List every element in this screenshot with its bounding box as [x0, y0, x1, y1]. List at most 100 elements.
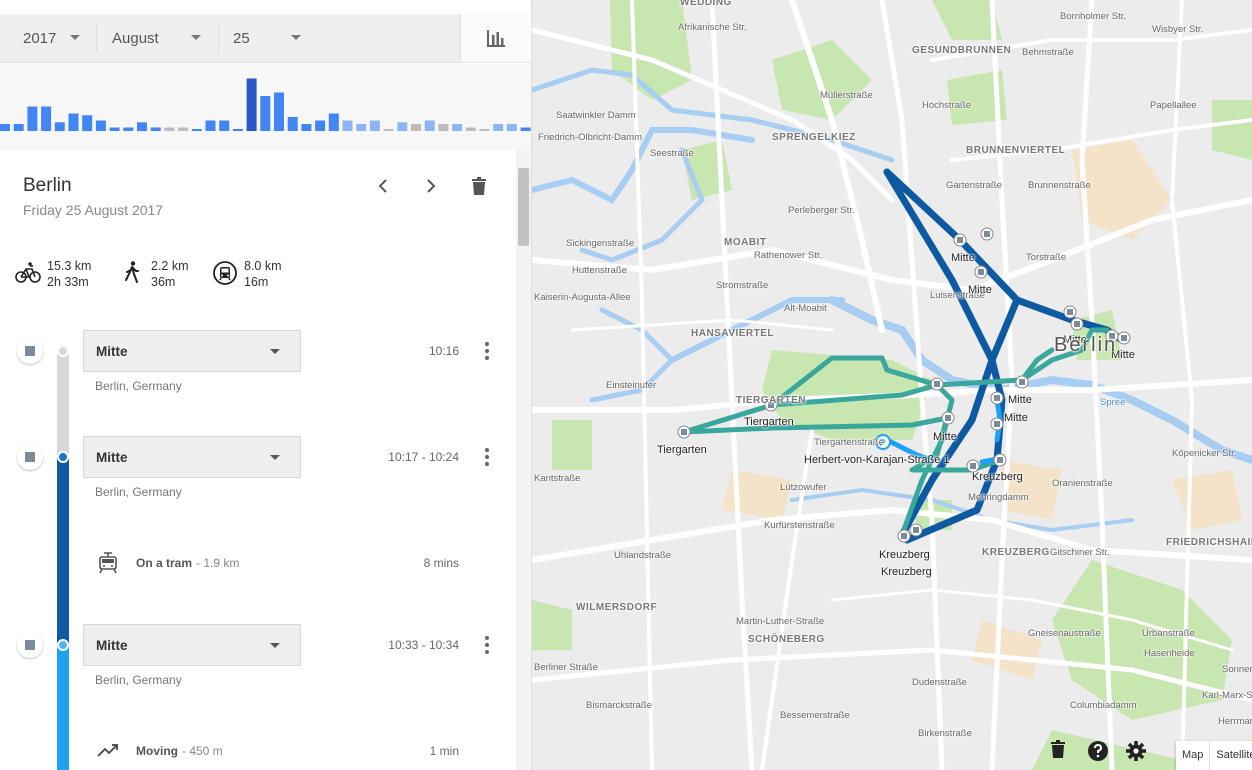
- stat-cycling: 15.3 km 2h 33m: [15, 258, 91, 290]
- street-label: Afrikanische Str.: [678, 22, 747, 33]
- map-place-label: Mitte: [1008, 394, 1032, 406]
- street-label: Gartenstraße: [946, 180, 1002, 191]
- histogram-bar[interactable]: [520, 127, 531, 132]
- map-delete-button[interactable]: [1050, 740, 1076, 766]
- transit-distance: 8.0 km: [244, 259, 282, 273]
- district-label: HANSAVIERTEL: [691, 328, 775, 339]
- timeline-dot: [57, 451, 69, 463]
- transit-icon: [213, 261, 237, 285]
- histogram-bar[interactable]: [438, 124, 449, 131]
- map-view[interactable]: P WEDDING GESUNDBRUNNEN SPRENGELKIEZ BRU…: [532, 0, 1252, 770]
- histogram-bar[interactable]: [301, 124, 312, 131]
- chevron-left-icon: [378, 179, 387, 193]
- previous-day-button[interactable]: [373, 176, 393, 196]
- month-select[interactable]: August: [112, 14, 216, 62]
- histogram-bar[interactable]: [506, 124, 517, 131]
- timeline-segment-grey: [57, 350, 69, 456]
- map-place-label: Kreuzberg: [879, 549, 930, 561]
- histogram-bar[interactable]: [164, 127, 175, 132]
- histogram-bar[interactable]: [54, 122, 65, 132]
- street-label: Kurfürstenstraße: [764, 520, 835, 531]
- more-options-icon[interactable]: [484, 636, 490, 654]
- histogram-bar[interactable]: [383, 129, 394, 131]
- histogram-bar[interactable]: [82, 115, 93, 132]
- street-label: Oranienstraße: [1052, 478, 1113, 489]
- district-label: MOABIT: [724, 237, 767, 248]
- street-label: Alt-Moabit: [784, 303, 827, 314]
- histogram-bar[interactable]: [328, 113, 339, 132]
- activity-histogram[interactable]: [0, 64, 532, 150]
- histogram-bar[interactable]: [493, 124, 504, 131]
- histogram-bar[interactable]: [452, 124, 463, 131]
- move-tram-row[interactable]: On a tram - 1.9 km: [96, 551, 239, 575]
- histogram-bar[interactable]: [150, 127, 161, 132]
- cycling-distance: 15.3 km: [47, 259, 92, 273]
- month-value: August: [112, 29, 159, 47]
- street-label: Torstraße: [1026, 252, 1067, 263]
- histogram-bar[interactable]: [411, 124, 421, 131]
- place-select[interactable]: Mitte: [83, 330, 301, 372]
- histogram-bar[interactable]: [123, 127, 134, 132]
- place-select[interactable]: Mitte: [83, 624, 301, 666]
- histogram-bar[interactable]: [424, 120, 435, 132]
- histogram-bar[interactable]: [68, 113, 79, 132]
- settings-button[interactable]: [1125, 740, 1151, 766]
- histogram-chart[interactable]: [0, 64, 532, 150]
- histogram-bar[interactable]: [246, 78, 257, 132]
- street-label: Müllerstraße: [820, 90, 873, 101]
- histogram-bar[interactable]: [191, 129, 202, 131]
- histogram-bar[interactable]: [0, 124, 10, 131]
- more-options-icon[interactable]: [484, 448, 490, 466]
- histogram-bar[interactable]: [397, 122, 408, 132]
- street-label: Saatwinkler Damm: [556, 110, 636, 121]
- histogram-bar[interactable]: [274, 92, 284, 132]
- histogram-bar[interactable]: [95, 120, 106, 132]
- city-label: Berlin: [1054, 334, 1118, 356]
- street-label: Uhlandstraße: [614, 550, 672, 561]
- district-label: WILMERSDORF: [576, 602, 658, 613]
- place-select[interactable]: Mitte: [83, 436, 301, 478]
- day-value: 25: [233, 29, 250, 47]
- histogram-bar[interactable]: [369, 120, 380, 132]
- histogram-bar[interactable]: [479, 129, 490, 131]
- delete-day-button[interactable]: [469, 176, 489, 196]
- histogram-bar[interactable]: [342, 120, 353, 132]
- histogram-bar[interactable]: [260, 96, 271, 131]
- street-label: Hasenheide: [1144, 648, 1195, 659]
- more-options-icon[interactable]: [484, 342, 490, 360]
- street-label: Brunnenstraße: [1028, 180, 1091, 191]
- river-label: Spree: [1100, 397, 1126, 408]
- street-label: Gneisenaustraße: [1028, 628, 1101, 639]
- histogram-bar[interactable]: [287, 117, 298, 131]
- histogram-bar[interactable]: [356, 124, 367, 131]
- move-distance: - 450 m: [182, 744, 223, 758]
- timeline-dot: [57, 345, 69, 357]
- histogram-bar[interactable]: [27, 106, 38, 132]
- year-select[interactable]: 2017: [23, 14, 95, 62]
- histogram-bar[interactable]: [219, 120, 230, 132]
- histogram-bar[interactable]: [109, 127, 120, 132]
- scrollbar-thumb[interactable]: [518, 168, 529, 246]
- next-day-button[interactable]: [421, 176, 441, 196]
- histogram-bar[interactable]: [315, 120, 326, 132]
- histogram-bar[interactable]: [178, 127, 189, 132]
- chart-toggle-button[interactable]: [460, 14, 530, 62]
- map-type-map-button[interactable]: Map: [1176, 741, 1209, 770]
- street-label: Seestraße: [650, 148, 694, 159]
- help-button[interactable]: [1087, 740, 1113, 766]
- timeline-segment-tram: [57, 456, 69, 644]
- histogram-bar[interactable]: [232, 129, 243, 131]
- histogram-bar[interactable]: [13, 124, 24, 131]
- stat-walking: 2.2 km 36m: [119, 258, 189, 290]
- histogram-bar[interactable]: [41, 106, 52, 132]
- street-label: Köpenicker Str.: [1172, 448, 1237, 459]
- street-label: Herrmannstraße: [1218, 716, 1252, 727]
- move-moving-row[interactable]: Moving - 450 m: [96, 739, 223, 763]
- map-type-satellite-button[interactable]: Satellite: [1209, 741, 1252, 770]
- histogram-bar[interactable]: [205, 120, 216, 132]
- street-label: Rathenower Str.: [754, 250, 823, 261]
- map-place-label: Kreuzberg: [881, 566, 932, 578]
- histogram-bar[interactable]: [137, 122, 147, 132]
- day-select[interactable]: 25: [233, 14, 313, 62]
- histogram-bar[interactable]: [465, 127, 476, 132]
